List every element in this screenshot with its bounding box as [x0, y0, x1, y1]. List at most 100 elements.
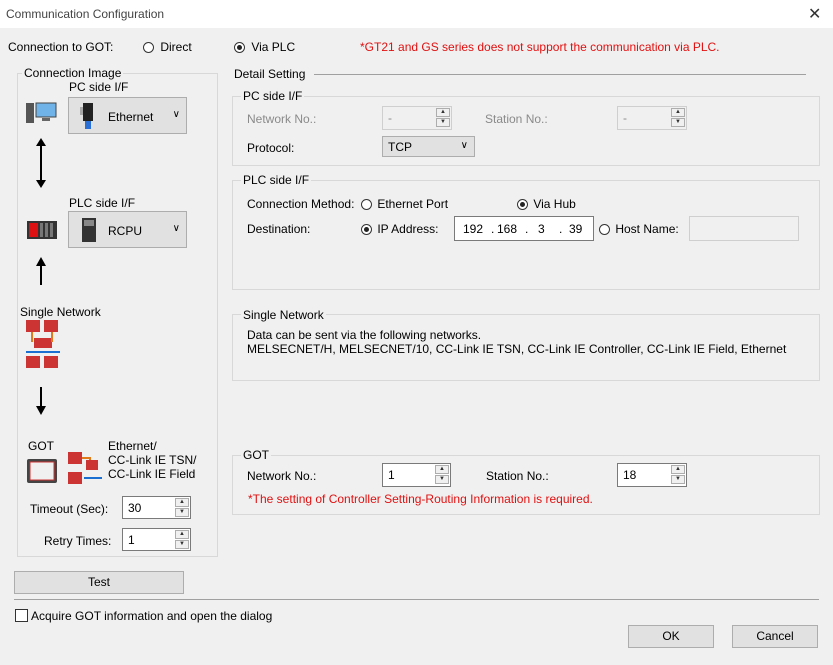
via-plc-radio-icon	[234, 42, 245, 54]
via-hub-radio[interactable]: Via Hub	[517, 197, 576, 211]
got-net-line-1: Ethernet/	[108, 439, 157, 453]
got-network-label: Network No.:	[247, 469, 317, 483]
acquire-checkbox[interactable]	[15, 609, 28, 622]
ip-dot-3: .	[559, 222, 563, 236]
single-network-label: Single Network	[20, 305, 101, 319]
single-network-line-1: Data can be sent via the following netwo…	[247, 328, 482, 342]
ip-dot-2: .	[525, 222, 529, 236]
connection-label: Connection to GOT:	[8, 40, 114, 54]
spin-down-icon[interactable]: ▼	[175, 508, 189, 517]
via-plc-note: *GT21 and GS series does not support the…	[360, 40, 720, 54]
got-networks: Ethernet/ CC-Link IE TSN/ CC-Link IE Fie…	[108, 439, 196, 481]
ethernet-port-radio-icon	[361, 199, 372, 211]
detail-setting-divider	[314, 74, 806, 75]
detail-setting-title: Detail Setting	[234, 67, 306, 81]
spin-up-icon[interactable]: ▲	[175, 530, 189, 539]
pc-if-combo[interactable]: Ethernet ∨	[68, 97, 187, 134]
pc-icon	[24, 101, 60, 125]
direct-radio[interactable]: Direct	[143, 40, 192, 54]
chevron-down-icon: ∨	[172, 223, 180, 234]
got-network-icon	[68, 452, 102, 484]
host-name-radio-icon	[599, 224, 610, 236]
host-name-radio[interactable]: Host Name:	[599, 222, 679, 236]
via-plc-radio[interactable]: Via PLC	[234, 40, 295, 54]
got-routing-note: *The setting of Controller Setting-Routi…	[248, 492, 593, 506]
ip-address-radio-icon	[361, 224, 372, 236]
cpu-module-icon	[82, 218, 96, 242]
plc-if-value: RCPU	[108, 224, 143, 238]
connection-method-label: Connection Method:	[247, 197, 355, 211]
pc-station-value: -	[623, 111, 627, 125]
via-plc-label: Via PLC	[251, 40, 296, 54]
timeout-spinner[interactable]: 30 ▲ ▼	[122, 496, 191, 519]
test-button[interactable]: Test	[14, 571, 184, 594]
plc-if-combo[interactable]: RCPU ∨	[68, 211, 187, 248]
host-name-label: Host Name:	[615, 222, 679, 236]
ethernet-port-radio[interactable]: Ethernet Port	[361, 197, 448, 211]
spin-up-icon[interactable]: ▲	[435, 465, 449, 474]
ip-octet-2: 168	[497, 222, 518, 236]
pc-if-label: PC side I/F	[69, 80, 129, 94]
spin-down-icon[interactable]: ▼	[436, 118, 450, 127]
ethernet-cable-icon	[80, 103, 93, 129]
protocol-value: TCP	[388, 140, 412, 154]
protocol-label: Protocol:	[247, 141, 295, 155]
got-net-line-3: CC-Link IE Field	[108, 467, 196, 481]
protocol-combo[interactable]: TCP ∨	[382, 136, 475, 157]
acquire-label: Acquire GOT information and open the dia…	[31, 609, 273, 623]
ip-octet-3: 3	[538, 222, 545, 236]
spin-up-icon[interactable]: ▲	[671, 465, 685, 474]
retry-value: 1	[128, 533, 135, 547]
ip-address-field[interactable]: 192 . 168 . 3 . 39	[454, 216, 594, 241]
pc-network-value: -	[388, 111, 392, 125]
via-hub-radio-icon	[517, 199, 528, 211]
spin-up-icon[interactable]: ▲	[175, 498, 189, 507]
spin-down-icon[interactable]: ▼	[435, 475, 449, 484]
got-title: GOT	[241, 448, 271, 462]
spin-down-icon[interactable]: ▼	[175, 540, 189, 549]
pc-if-value: Ethernet	[108, 110, 154, 124]
spin-up-icon[interactable]: ▲	[436, 108, 450, 117]
spin-down-icon[interactable]: ▼	[671, 118, 685, 127]
retry-spinner[interactable]: 1 ▲ ▼	[122, 528, 191, 551]
ok-button[interactable]: OK	[628, 625, 714, 648]
plc-icon	[27, 221, 57, 239]
up-arrow-icon	[34, 257, 48, 285]
retry-label: Retry Times:	[44, 534, 112, 548]
pc-network-spinner[interactable]: - ▲ ▼	[382, 106, 452, 130]
direct-label: Direct	[160, 40, 192, 54]
chevron-down-icon: ∨	[460, 140, 468, 151]
spin-down-icon[interactable]: ▼	[671, 475, 685, 484]
cancel-button[interactable]: Cancel	[732, 625, 818, 648]
got-station-value: 18	[623, 468, 637, 482]
connection-image-title: Connection Image	[22, 66, 124, 80]
got-screen-icon	[26, 458, 58, 484]
window-title: Communication Configuration	[6, 7, 165, 21]
via-hub-label: Via Hub	[533, 197, 576, 211]
spin-up-icon[interactable]: ▲	[671, 108, 685, 117]
ip-address-label: IP Address:	[377, 222, 439, 236]
single-network-line-2: MELSECNET/H, MELSECNET/10, CC-Link IE TS…	[247, 342, 787, 356]
ip-address-radio[interactable]: IP Address:	[361, 222, 439, 236]
destination-label: Destination:	[247, 222, 311, 236]
plc-if-label: PLC side I/F	[69, 196, 136, 210]
host-name-input[interactable]	[689, 216, 799, 241]
timeout-value: 30	[128, 501, 142, 515]
pc-station-label: Station No.:	[485, 112, 548, 126]
got-label: GOT	[28, 439, 54, 453]
plc-side-title: PLC side I/F	[241, 173, 312, 187]
ip-dot-1: .	[491, 222, 495, 236]
down-arrow-icon	[34, 387, 48, 415]
got-network-spinner[interactable]: 1 ▲ ▼	[382, 463, 451, 487]
got-station-spinner[interactable]: 18 ▲ ▼	[617, 463, 687, 487]
pc-station-spinner[interactable]: - ▲ ▼	[617, 106, 687, 130]
ip-octet-4: 39	[569, 222, 583, 236]
close-icon[interactable]: ✕	[808, 4, 821, 24]
ip-octet-1: 192	[463, 222, 484, 236]
pc-side-title: PC side I/F	[241, 89, 305, 103]
got-station-label: Station No.:	[486, 469, 549, 483]
got-network-value: 1	[388, 468, 395, 482]
pc-side-group	[232, 96, 820, 166]
pc-network-label: Network No.:	[247, 112, 317, 126]
direct-radio-icon	[143, 42, 154, 54]
